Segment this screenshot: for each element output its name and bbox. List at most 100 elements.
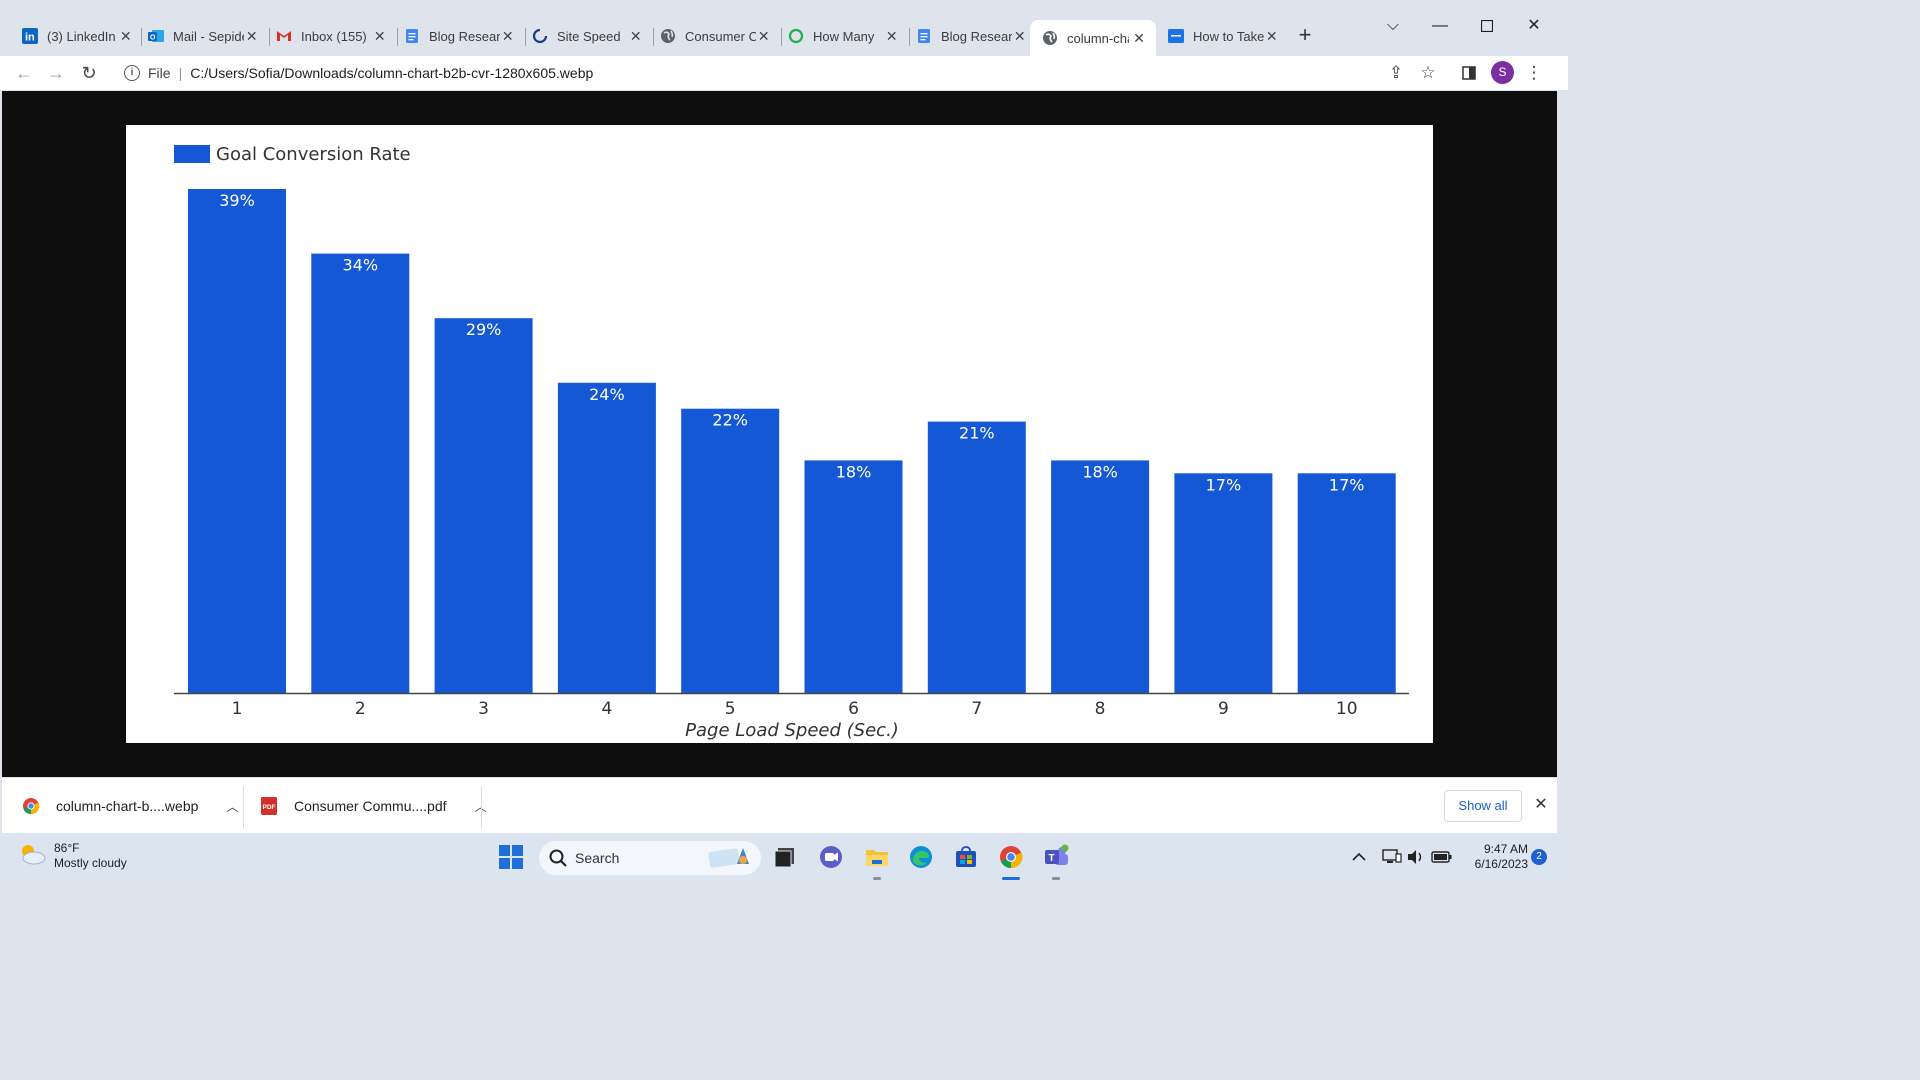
tab-how-many[interactable]: How Many ✕ [781, 20, 900, 52]
download-item-pdf[interactable]: PDF Consumer Commu....pdf ︿ [260, 778, 487, 834]
loader-icon [532, 28, 548, 44]
taskbar-search[interactable]: Search [539, 841, 761, 875]
volume-icon[interactable] [1405, 844, 1427, 870]
close-icon[interactable]: ✕ [118, 28, 134, 45]
running-indicator [873, 877, 881, 880]
side-panel-icon[interactable] [1457, 61, 1481, 85]
svg-text:PDF: PDF [263, 804, 276, 811]
teams-icon[interactable]: T [1043, 844, 1069, 870]
tab-label: Blog Research [941, 28, 1012, 44]
x-tick-label: 7 [971, 699, 982, 719]
profile-avatar[interactable]: S [1491, 61, 1514, 84]
back-button[interactable]: ← [12, 61, 36, 85]
bar-9 [1174, 473, 1273, 693]
x-axis-label: Page Load Speed (Sec.) [685, 720, 899, 741]
file-explorer-icon[interactable] [864, 844, 890, 870]
notification-badge[interactable]: 2 [1531, 849, 1547, 865]
edge-icon[interactable] [908, 844, 934, 870]
tab-linkedin[interactable]: in (3) LinkedIn ✕ [16, 20, 134, 52]
search-highlight-icon [707, 844, 753, 873]
download-filename: Consumer Commu....pdf [294, 798, 447, 814]
ring-icon [788, 28, 804, 44]
tab-site-speed[interactable]: Site Speed ✕ [525, 20, 644, 52]
taskbar: 86°F Mostly cloudy Search T 9:47 AM 6/16… [0, 833, 1568, 882]
address-scheme: File [148, 65, 171, 81]
address-bar[interactable]: i File | C:/Users/Sofia/Downloads/column… [112, 57, 1448, 89]
minimize-icon[interactable]: — [1428, 14, 1452, 38]
star-icon[interactable]: ☆ [1416, 61, 1440, 85]
bar-data-label: 17% [1206, 475, 1242, 494]
maximize-icon[interactable] [1475, 14, 1499, 38]
battery-icon[interactable] [1430, 844, 1454, 870]
tab-mail[interactable]: O Mail - Sepideh ✕ [141, 20, 260, 52]
close-icon[interactable]: ✕ [372, 28, 388, 45]
chrome-icon [22, 797, 40, 815]
info-icon[interactable]: i [124, 65, 140, 81]
x-tick-label: 2 [355, 699, 366, 719]
bar-8 [1051, 460, 1150, 693]
legend-label: Goal Conversion Rate [216, 144, 411, 165]
divider [481, 786, 482, 828]
close-icon[interactable]: ✕ [884, 28, 900, 45]
bar-2 [311, 253, 410, 693]
close-icon[interactable]: ✕ [1264, 28, 1280, 45]
weather-widget[interactable]: 86°F Mostly cloudy [18, 841, 127, 871]
chat-icon[interactable] [818, 844, 844, 870]
bar-data-label: 34% [343, 256, 379, 275]
bar-data-label: 17% [1329, 475, 1365, 494]
store-icon[interactable] [953, 844, 979, 870]
outlook-icon: O [148, 28, 164, 44]
close-icon[interactable]: ✕ [1012, 28, 1028, 45]
bar-data-label: 18% [1082, 462, 1118, 481]
tab-gmail[interactable]: Inbox (155) ✕ [269, 20, 388, 52]
close-icon[interactable]: ✕ [628, 28, 644, 45]
x-tick-label: 9 [1218, 699, 1229, 719]
bar-7 [927, 421, 1026, 693]
share-icon[interactable]: ⇪ [1384, 61, 1408, 85]
show-all-button[interactable]: Show all [1444, 790, 1522, 822]
gmail-icon [276, 28, 292, 44]
docs-icon [916, 28, 932, 44]
close-icon[interactable]: ✕ [756, 28, 772, 45]
tab-label: Inbox (155) [301, 28, 367, 44]
network-icon[interactable] [1381, 844, 1403, 870]
tab-blog-research[interactable]: Blog Research ✕ [397, 20, 516, 52]
tab-column-chart[interactable]: column-chart ✕ [1030, 20, 1156, 56]
running-indicator [1052, 877, 1060, 880]
chrome-icon[interactable] [998, 844, 1024, 870]
tab-blog-research-2[interactable]: Blog Research ✕ [909, 20, 1028, 52]
tab-consumer[interactable]: Consumer Communication ✕ [653, 20, 772, 52]
close-icon[interactable]: ✕ [244, 28, 260, 45]
search-label: Search [575, 850, 620, 866]
cloud-icon [18, 842, 46, 871]
close-icon[interactable]: ✕ [1530, 794, 1552, 816]
close-icon[interactable]: ✕ [500, 28, 516, 45]
reload-button[interactable]: ↻ [77, 61, 101, 85]
menu-kebab-icon[interactable]: ⋮ [1522, 61, 1546, 85]
windows-start-icon[interactable] [498, 844, 524, 870]
weather-desc: Mostly cloudy [54, 856, 127, 870]
bar-data-label: 22% [712, 411, 748, 430]
download-shelf: column-chart-b....webp ︿ PDF Consumer Co… [2, 777, 1557, 833]
task-view-icon[interactable] [772, 844, 798, 870]
bar-1 [188, 189, 286, 693]
close-window-icon[interactable]: ✕ [1522, 14, 1546, 38]
page-icon [1168, 28, 1184, 44]
tab-label: Site Speed [557, 28, 621, 44]
x-tick-label: 6 [848, 699, 859, 719]
download-item-webp[interactable]: column-chart-b....webp ︿ [22, 778, 238, 834]
bar-10 [1297, 473, 1396, 693]
close-icon[interactable]: ✕ [1129, 30, 1149, 47]
tab-search-chevron-icon[interactable]: ⌵ [1381, 14, 1405, 38]
clock-date: 6/16/2023 [1474, 857, 1528, 871]
pdf-icon: PDF [260, 797, 278, 815]
chevron-up-icon[interactable]: ︿ [226, 798, 238, 815]
x-tick-label: 4 [601, 699, 612, 719]
bar-6 [804, 460, 903, 693]
chevron-up-icon[interactable] [1348, 844, 1370, 870]
address-url: C:/Users/Sofia/Downloads/column-chart-b2… [190, 65, 594, 81]
tab-how-to-take[interactable]: How to Take ✕ [1162, 20, 1280, 52]
new-tab-button[interactable]: + [1293, 24, 1317, 48]
forward-button[interactable]: → [44, 61, 68, 85]
system-clock[interactable]: 9:47 AM 6/16/2023 [1462, 842, 1528, 872]
